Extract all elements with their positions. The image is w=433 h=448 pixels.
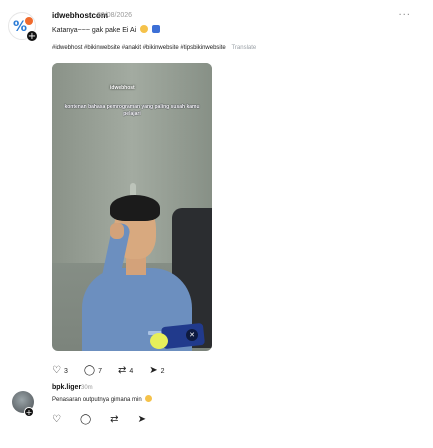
smile-emoji-icon — [140, 25, 149, 33]
share-count: 2 — [160, 367, 165, 375]
follow-plus-icon[interactable]: + — [26, 30, 38, 42]
post-date: 20/08/2026 — [97, 12, 133, 19]
video-overlay-text: kontenan bahasa pemrograman yang paling … — [64, 104, 200, 117]
post-video[interactable]: idwebhost kontenan bahasa pemrograman ya… — [52, 63, 212, 351]
reply-count: 7 — [98, 367, 102, 375]
post-actions: ♡ 3 ◯ 7 ⇄ 4 ➤ 2 — [52, 364, 181, 378]
video-sticker — [160, 322, 206, 350]
video-overlay-logo: idwebhost — [110, 85, 135, 91]
repost-button[interactable]: ⇄ 4 — [118, 366, 133, 376]
comment-icon[interactable]: ◯ — [80, 414, 91, 425]
heart-icon: ♡ — [52, 365, 61, 376]
post-hashtags: #idwebhost #bikinwebsite #anakit #bikinw… — [52, 45, 256, 51]
comment-icon: ◯ — [83, 365, 96, 376]
mute-icon[interactable]: ✕ — [186, 329, 198, 341]
video-person-hand — [110, 223, 124, 239]
like-count: 3 — [63, 367, 68, 375]
repost-icon[interactable]: ⇄ — [110, 414, 118, 425]
share-button[interactable]: ➤ 2 — [149, 366, 164, 376]
reply-time: 30m — [81, 385, 93, 391]
reply-actions: ♡ ◯ ⇄ ➤ — [52, 414, 165, 425]
laptop-emoji-icon — [152, 25, 161, 33]
reply-username[interactable]: bpk.liger — [52, 384, 81, 391]
send-icon: ➤ — [149, 365, 158, 376]
more-icon[interactable]: ··· — [398, 10, 411, 21]
translate-link[interactable]: Translate — [231, 45, 256, 51]
repost-count: 4 — [129, 367, 134, 375]
reply-button[interactable]: ◯ 7 — [84, 366, 102, 376]
brand-logo: % — [13, 19, 28, 35]
reply-text: Penasaran outputnya gimana min — [52, 395, 153, 403]
caption-text: Katanya~~~ gak pake Ei Ai — [52, 27, 137, 34]
reply-text-body: Penasaran outputnya gimana min — [52, 397, 142, 403]
video-person-hair — [110, 195, 160, 221]
send-icon[interactable]: ➤ — [138, 414, 146, 425]
follow-plus-icon[interactable]: + — [24, 407, 34, 417]
eyes-emoji-icon — [145, 395, 153, 402]
post-caption: Katanya~~~ gak pake Ei Ai — [52, 25, 161, 34]
hashtag-list[interactable]: #idwebhost #bikinwebsite #anakit #bikinw… — [52, 45, 226, 51]
video-sticker-yellow — [150, 333, 168, 349]
repost-icon: ⇄ — [117, 365, 127, 376]
heart-icon[interactable]: ♡ — [52, 414, 61, 425]
like-button[interactable]: ♡ 3 — [52, 366, 68, 376]
